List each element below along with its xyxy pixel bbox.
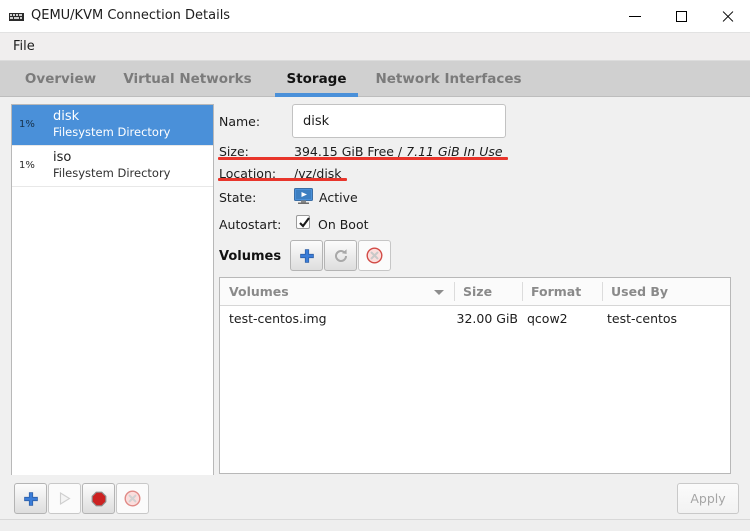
tab-label: Storage (286, 71, 347, 87)
plus-icon (299, 248, 314, 263)
tab-label: Overview (24, 71, 97, 87)
column-volumes[interactable]: Volumes (229, 284, 289, 299)
stop-icon (91, 491, 106, 506)
pool-name: disk (53, 109, 80, 124)
connection-details-window: QEMU/KVM Connection Details File Overvie… (0, 0, 750, 531)
active-monitor-icon (294, 188, 313, 204)
content-area: 1% disk Filesystem Directory 1% iso Filesyste… (0, 97, 750, 477)
maximize-icon (675, 10, 687, 22)
refresh-icon (334, 248, 347, 262)
autostart-checkbox[interactable] (296, 215, 310, 229)
table-row[interactable]: test-centos.img 32.00 GiB qcow2 test-centos (220, 306, 730, 332)
autostart-value: On Boot (318, 217, 369, 232)
pool-list-item-disk[interactable]: 1% disk Filesystem Directory (12, 105, 213, 146)
column-divider[interactable] (602, 282, 603, 301)
window-title: QEMU/KVM Connection Details (31, 8, 231, 23)
stop-pool-button[interactable] (82, 483, 115, 514)
pool-type: Filesystem Directory (53, 125, 171, 139)
pool-detail-panel: Name: Size: 394.15 GiB Free /7.11 GiB In… (219, 97, 739, 475)
footer-strip (0, 519, 750, 531)
pool-list-item-iso[interactable]: 1% iso Filesystem Directory (12, 146, 213, 187)
volumes-table-body: test-centos.img 32.00 GiB qcow2 test-centos (220, 306, 730, 332)
annotation-location-underline (218, 178, 347, 181)
annotation-size-underline (218, 157, 508, 160)
column-divider[interactable] (522, 282, 523, 301)
tab-label: Virtual Networks (123, 71, 252, 87)
delete-circle-icon (366, 247, 383, 264)
close-button[interactable] (704, 0, 750, 32)
storage-pool-list[interactable]: 1% disk Filesystem Directory 1% iso Filesyste… (11, 104, 214, 477)
tab-overview[interactable]: Overview (22, 61, 99, 97)
tab-storage[interactable]: Storage (275, 61, 358, 97)
refresh-volumes-button[interactable] (324, 240, 357, 271)
delete-pool-button[interactable] (116, 483, 149, 514)
tab-label: Network Interfaces (375, 71, 522, 87)
add-pool-button[interactable] (14, 483, 47, 514)
maximize-button[interactable] (658, 0, 704, 32)
autostart-label: Autostart: (219, 217, 282, 232)
title-bar: QEMU/KVM Connection Details (0, 0, 750, 33)
volumes-title: Volumes (219, 249, 282, 264)
column-divider[interactable] (454, 282, 455, 301)
column-size[interactable]: Size (463, 284, 492, 299)
cell-format: qcow2 (527, 311, 568, 326)
tab-virtual-networks[interactable]: Virtual Networks (117, 61, 258, 97)
cell-size: 32.00 GiB (456, 311, 519, 326)
state-label: State: (219, 190, 257, 205)
delete-volume-button[interactable] (358, 240, 391, 271)
cell-used-by: test-centos (607, 311, 678, 326)
pool-usage-percent: 1% (19, 119, 35, 130)
play-icon (59, 492, 71, 505)
volumes-table[interactable]: Volumes Size Format Used By test-centos.img… (219, 277, 731, 474)
menu-bar: File (0, 33, 750, 61)
apply-button[interactable]: Apply (677, 483, 739, 514)
bottom-toolbar: Apply (0, 475, 750, 519)
add-volume-button[interactable] (290, 240, 323, 271)
tab-network-interfaces[interactable]: Network Interfaces (370, 61, 527, 97)
name-label: Name: (219, 114, 261, 129)
minimize-button[interactable] (612, 0, 658, 32)
delete-circle-icon (124, 490, 141, 507)
start-pool-button[interactable] (48, 483, 81, 514)
pool-name: iso (53, 150, 72, 165)
pool-type: Filesystem Directory (53, 166, 171, 180)
cell-volume: test-centos.img (229, 311, 327, 326)
virt-manager-icon (9, 11, 24, 22)
pool-name-input[interactable] (292, 104, 506, 138)
menu-file[interactable]: File (9, 38, 39, 55)
plus-icon (23, 491, 38, 506)
pool-usage-percent: 1% (19, 160, 35, 171)
minimize-icon (629, 15, 641, 17)
column-format[interactable]: Format (531, 284, 581, 299)
sort-descending-icon[interactable] (434, 290, 444, 295)
column-used-by[interactable]: Used By (611, 284, 668, 299)
close-icon (721, 10, 734, 23)
tab-bar: Overview Virtual Networks Storage Network I… (0, 61, 750, 97)
state-value: Active (319, 190, 358, 205)
volumes-table-header: Volumes Size Format Used By (220, 278, 730, 306)
